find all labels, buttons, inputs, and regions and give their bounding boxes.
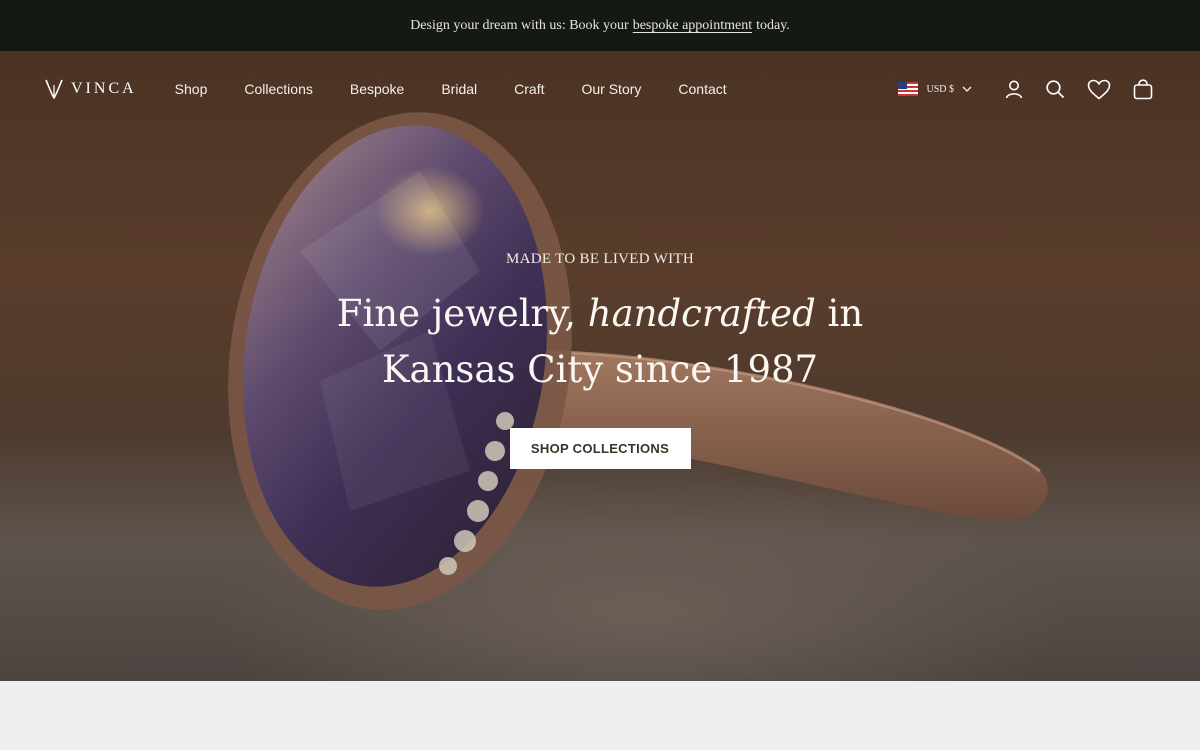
site-header: VINCA Shop Collections Bespoke Bridal Cr… (0, 51, 1200, 127)
hero-content: MADE TO BE LIVED WITH Fine jewelry, hand… (0, 251, 1200, 469)
brand-logo[interactable]: VINCA (45, 79, 137, 99)
search-button[interactable] (1043, 77, 1067, 101)
nav-our-story[interactable]: Our Story (581, 81, 641, 97)
below-hero-section (0, 681, 1200, 750)
nav-craft[interactable]: Craft (514, 81, 544, 97)
announcement-bar: Design your dream with us: Book your bes… (0, 0, 1200, 51)
hero-headline: Fine jewelry, handcrafted in Kansas City… (0, 286, 1200, 398)
currency-selector[interactable]: USD $ (898, 82, 972, 96)
heart-icon (1087, 79, 1111, 100)
shop-collections-button[interactable]: SHOP COLLECTIONS (509, 428, 691, 469)
headline-part-1: Fine jewelry, (336, 292, 576, 335)
header-actions: USD $ (898, 77, 1155, 101)
chevron-down-icon (962, 86, 972, 92)
bag-icon (1133, 78, 1153, 99)
headline-part-3: Kansas City since 1987 (381, 348, 819, 391)
bespoke-appointment-link[interactable]: bespoke appointment (633, 18, 752, 34)
headline-part-2: in (827, 292, 864, 335)
nav-contact[interactable]: Contact (678, 81, 726, 97)
main-nav: Shop Collections Bespoke Bridal Craft Ou… (175, 81, 764, 97)
announcement-text-end: today. (756, 17, 790, 33)
headline-italic: handcrafted (587, 292, 816, 335)
cart-button[interactable] (1131, 77, 1155, 101)
search-icon (1046, 80, 1065, 99)
brand-name: VINCA (71, 80, 137, 97)
vinca-logo-icon (45, 79, 63, 99)
announcement-text: Design your dream with us: Book your (410, 17, 629, 33)
account-icon (1005, 80, 1023, 99)
nav-collections[interactable]: Collections (244, 81, 312, 97)
nav-bridal[interactable]: Bridal (441, 81, 477, 97)
account-button[interactable] (1002, 77, 1026, 101)
nav-shop[interactable]: Shop (175, 81, 208, 97)
flag-us-icon (898, 82, 919, 96)
currency-label: USD $ (926, 83, 954, 95)
nav-bespoke[interactable]: Bespoke (350, 81, 404, 97)
wishlist-button[interactable] (1087, 77, 1111, 101)
hero-eyebrow: MADE TO BE LIVED WITH (506, 251, 694, 267)
